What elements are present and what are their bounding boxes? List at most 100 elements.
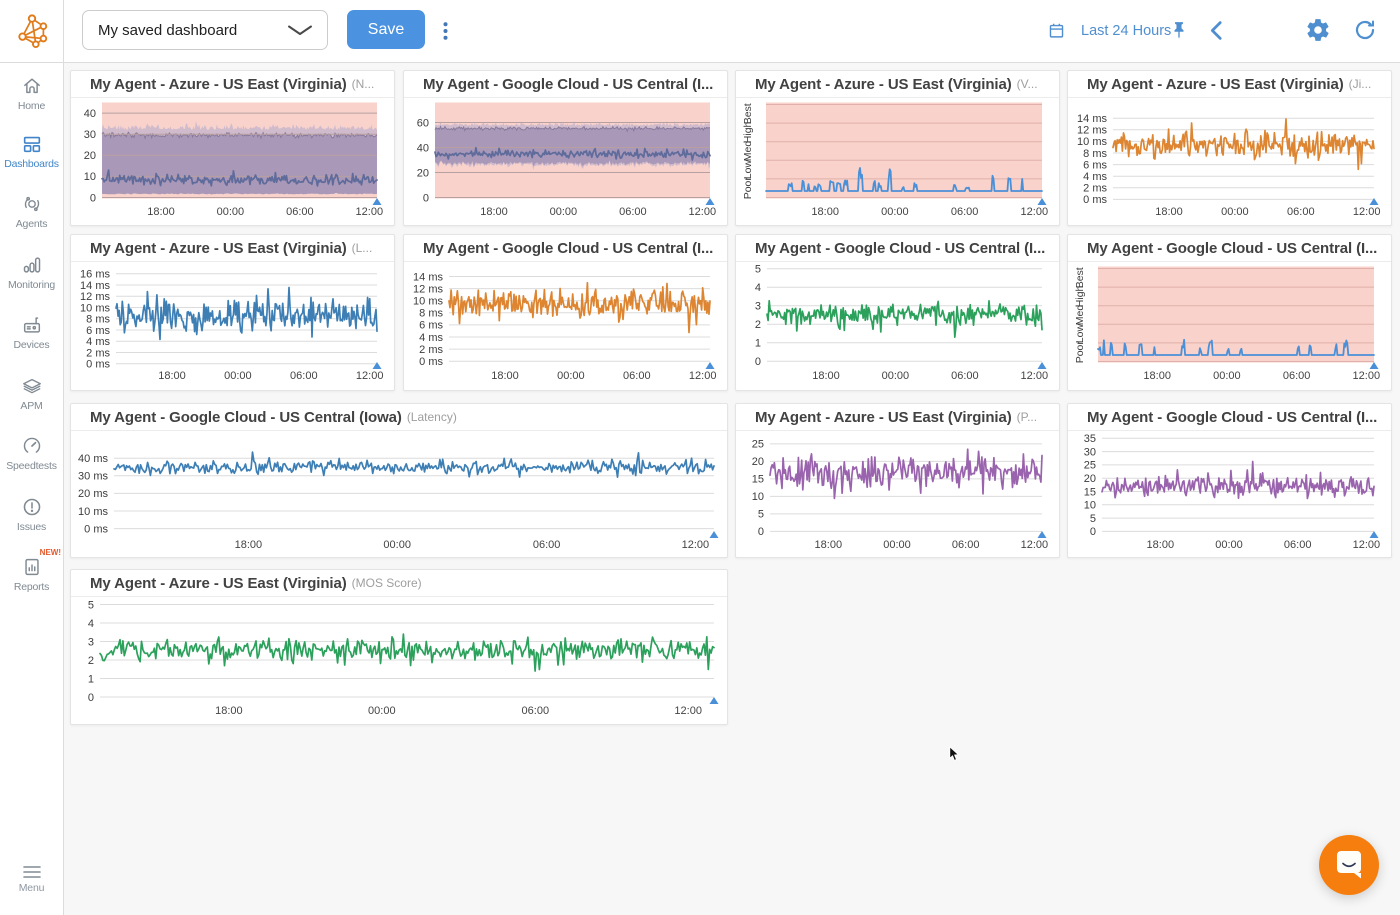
svg-text:0: 0 [90,192,96,204]
svg-text:00:00: 00:00 [882,370,910,382]
svg-text:06:00: 06:00 [522,705,550,717]
svg-text:4 ms: 4 ms [1083,171,1107,183]
svg-text:12:00: 12:00 [682,539,710,551]
svg-text:06:00: 06:00 [1287,206,1315,218]
svg-text:5: 5 [1090,513,1096,525]
svg-text:18:00: 18:00 [215,705,243,717]
svg-text:0: 0 [755,356,761,368]
svg-text:12:00: 12:00 [1353,206,1381,218]
svg-text:Med: Med [1074,305,1086,326]
svg-text:1: 1 [88,673,94,685]
svg-text:12:00: 12:00 [1021,370,1049,382]
svg-text:6 ms: 6 ms [86,325,110,337]
svg-text:Best: Best [742,103,754,124]
svg-text:5: 5 [88,599,94,611]
svg-text:18:00: 18:00 [235,539,263,551]
svg-text:12:00: 12:00 [356,206,384,218]
svg-text:High: High [742,121,754,143]
svg-text:12:00: 12:00 [356,370,384,382]
svg-text:10: 10 [84,171,96,183]
svg-text:20: 20 [752,456,764,468]
svg-text:06:00: 06:00 [951,206,979,218]
svg-text:30: 30 [84,129,96,141]
svg-text:3: 3 [755,301,761,313]
svg-text:10 ms: 10 ms [80,302,110,314]
svg-text:20 ms: 20 ms [78,488,108,500]
svg-text:00:00: 00:00 [1221,206,1249,218]
svg-text:00:00: 00:00 [1215,539,1243,551]
svg-text:0: 0 [423,192,429,204]
svg-text:00:00: 00:00 [383,539,411,551]
svg-text:0 ms: 0 ms [84,523,108,535]
svg-text:18:00: 18:00 [147,206,175,218]
svg-text:2: 2 [755,319,761,331]
svg-text:40: 40 [84,108,96,120]
svg-text:0: 0 [758,526,764,538]
svg-text:18:00: 18:00 [812,370,840,382]
svg-text:30 ms: 30 ms [78,471,108,483]
svg-text:2 ms: 2 ms [1083,183,1107,195]
svg-text:40 ms: 40 ms [78,453,108,465]
svg-text:2 ms: 2 ms [86,347,110,359]
svg-text:10: 10 [1084,500,1096,512]
svg-text:06:00: 06:00 [623,370,651,382]
svg-text:8 ms: 8 ms [419,308,443,320]
svg-text:0: 0 [88,692,94,704]
svg-text:06:00: 06:00 [951,370,979,382]
svg-text:25: 25 [1084,460,1096,472]
svg-text:20: 20 [1084,473,1096,485]
svg-text:18:00: 18:00 [491,370,519,382]
svg-text:2: 2 [88,655,94,667]
svg-text:10 ms: 10 ms [78,506,108,518]
svg-text:8 ms: 8 ms [1083,148,1107,160]
svg-text:06:00: 06:00 [619,206,647,218]
svg-text:00:00: 00:00 [217,206,245,218]
svg-text:10 ms: 10 ms [1077,136,1107,148]
svg-text:4: 4 [755,282,761,294]
svg-text:60: 60 [417,117,429,129]
svg-text:Best: Best [1074,267,1086,288]
svg-text:06:00: 06:00 [290,370,318,382]
svg-text:00:00: 00:00 [883,539,911,551]
svg-text:12:00: 12:00 [1353,370,1381,382]
svg-text:6 ms: 6 ms [1083,159,1107,171]
svg-text:14 ms: 14 ms [413,271,443,283]
svg-text:15: 15 [752,474,764,486]
svg-text:18:00: 18:00 [1147,539,1175,551]
svg-text:12:00: 12:00 [674,705,702,717]
svg-text:Low: Low [742,160,754,180]
svg-text:16 ms: 16 ms [80,269,110,281]
svg-text:12:00: 12:00 [1353,539,1381,551]
svg-text:12:00: 12:00 [1021,539,1049,551]
svg-text:12 ms: 12 ms [1077,125,1107,137]
svg-text:Poor: Poor [742,177,754,200]
svg-text:18:00: 18:00 [1143,370,1171,382]
svg-text:8 ms: 8 ms [86,314,110,326]
svg-text:18:00: 18:00 [815,539,843,551]
svg-text:4 ms: 4 ms [419,332,443,344]
svg-text:5: 5 [758,509,764,521]
svg-text:18:00: 18:00 [1155,206,1183,218]
svg-text:12:00: 12:00 [689,206,717,218]
svg-text:12 ms: 12 ms [413,283,443,295]
svg-text:Poor: Poor [1074,341,1086,364]
svg-text:12:00: 12:00 [689,370,717,382]
svg-text:0 ms: 0 ms [1083,194,1107,206]
svg-text:0: 0 [1090,526,1096,538]
svg-text:40: 40 [417,142,429,154]
svg-text:12:00: 12:00 [1021,206,1049,218]
svg-text:0 ms: 0 ms [419,356,443,368]
svg-text:1: 1 [755,338,761,350]
svg-text:5: 5 [755,264,761,276]
svg-text:15: 15 [1084,486,1096,498]
svg-text:06:00: 06:00 [1283,370,1311,382]
svg-text:4 ms: 4 ms [86,336,110,348]
svg-text:20: 20 [84,150,96,162]
svg-text:35: 35 [1084,433,1096,445]
svg-text:25: 25 [752,439,764,451]
svg-text:14 ms: 14 ms [1077,113,1107,125]
svg-text:06:00: 06:00 [1284,539,1312,551]
svg-text:00:00: 00:00 [368,705,396,717]
svg-text:18:00: 18:00 [811,206,839,218]
svg-text:00:00: 00:00 [1213,370,1241,382]
